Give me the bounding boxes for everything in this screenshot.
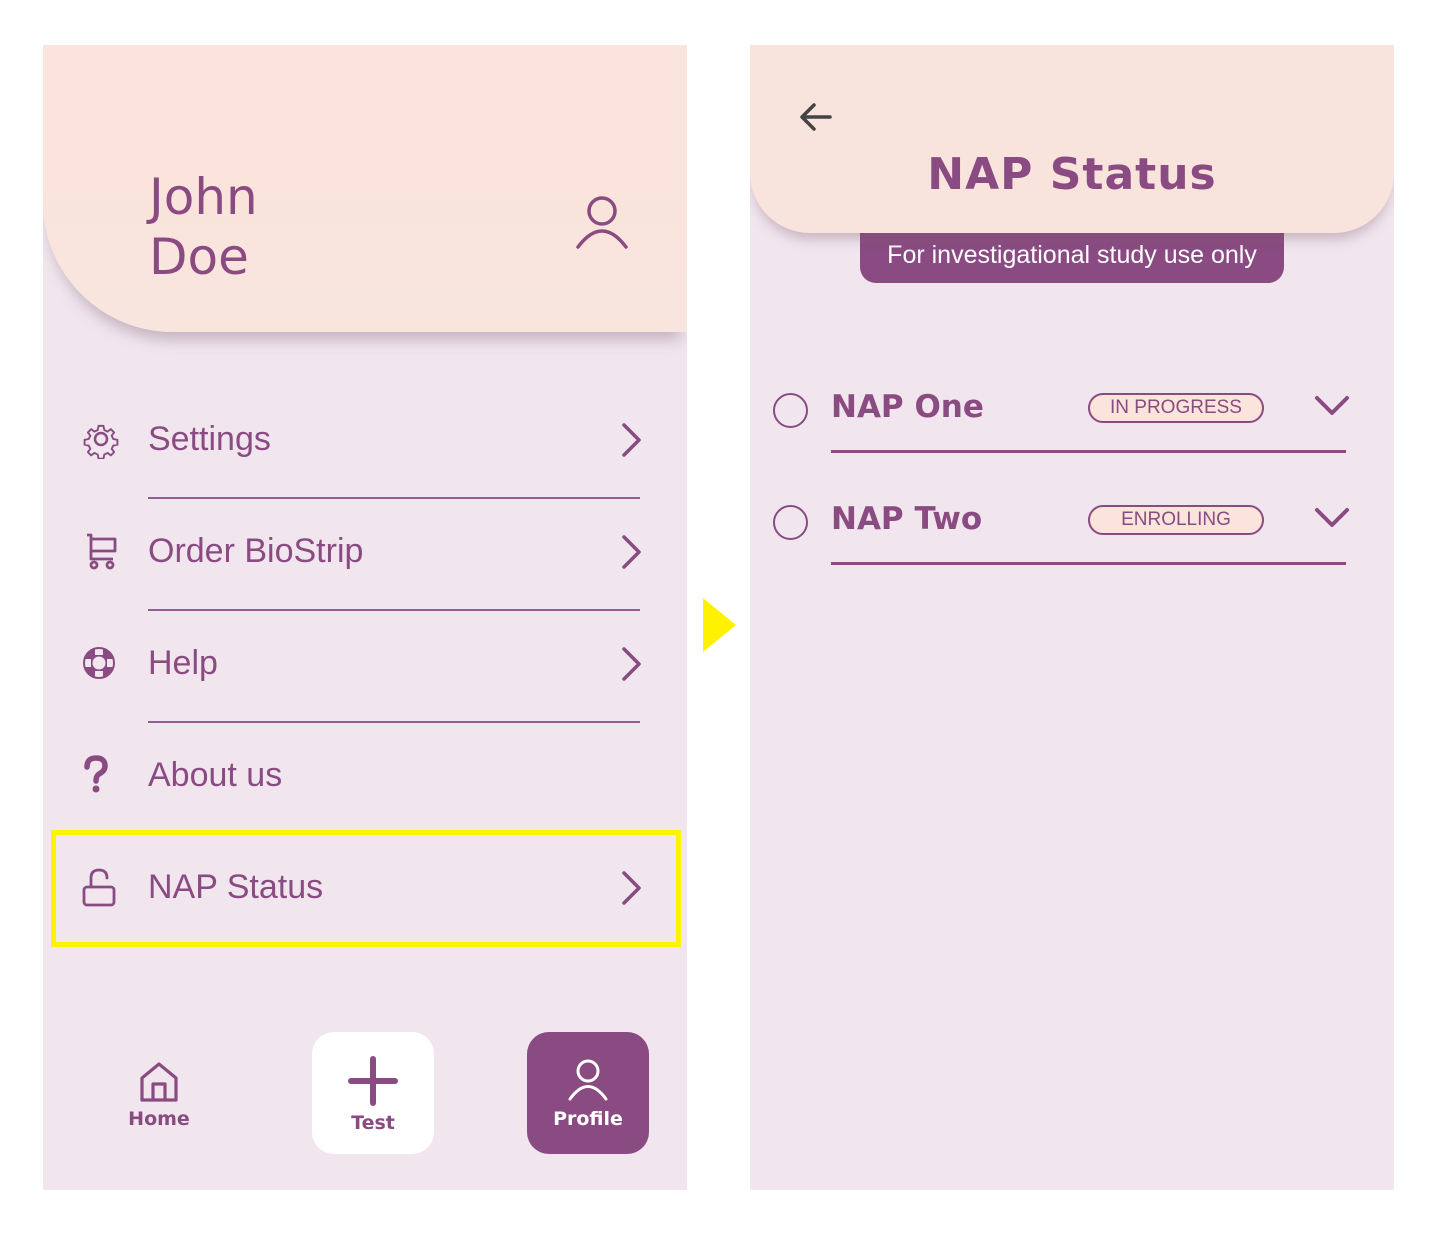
gear-icon [83,424,119,459]
flow-arrow-icon [703,598,736,652]
status-badge: IN PROGRESS [1088,393,1264,423]
nap-radio-button[interactable] [773,393,808,428]
nap-name: NAP One [831,389,984,425]
nav-test-button[interactable]: Test [312,1032,434,1154]
nap-divider [831,562,1346,565]
menu-label-settings: Settings [148,420,271,458]
status-badge: ENROLLING [1088,505,1264,535]
study-use-banner: For investigational study use only [860,233,1284,283]
profile-header: John Doe [43,45,687,332]
nap-status-screen: NAP Status For investigational study use… [750,45,1394,1190]
chevron-right-icon [622,423,641,457]
menu-item-settings[interactable]: Settings [43,387,687,499]
question-icon [84,755,108,793]
back-arrow-icon[interactable] [798,101,834,133]
menu-label-about-us: About us [148,756,283,794]
nav-home-label: Home [128,1108,190,1130]
nap-status-header: NAP Status [750,45,1394,233]
profile-icon [568,1059,608,1101]
nap-divider [831,450,1346,453]
nav-profile-label: Profile [553,1108,623,1130]
nav-test-label: Test [351,1112,395,1134]
user-avatar-icon[interactable] [575,195,629,251]
profile-screen: John Doe Settings Order BioStrip Help Ab… [43,45,687,1190]
plus-icon [348,1056,398,1106]
nav-profile-button[interactable]: Profile [527,1032,649,1154]
nap-name: NAP Two [831,501,983,537]
chevron-right-icon [622,535,641,569]
nap-row[interactable]: NAP Two ENROLLING [750,471,1394,565]
cart-icon [87,533,117,570]
user-name: John Doe [149,168,258,286]
nap-radio-button[interactable] [773,505,808,540]
home-icon [140,1062,178,1102]
menu-item-about-us[interactable]: About us [43,723,687,835]
menu-label-order-biostrip: Order BioStrip [148,532,364,570]
nav-home-button[interactable]: Home [98,1032,220,1154]
nap-row[interactable]: NAP One IN PROGRESS [750,359,1394,453]
nap-status-highlight [51,830,681,947]
chevron-down-icon[interactable] [1314,395,1350,417]
page-title: NAP Status [927,149,1217,200]
menu-item-help[interactable]: Help [43,611,687,723]
menu-item-order-biostrip[interactable]: Order BioStrip [43,499,687,611]
menu-label-help: Help [148,644,218,682]
chevron-down-icon[interactable] [1314,507,1350,529]
chevron-right-icon [622,647,641,681]
lifebuoy-icon [82,646,116,680]
